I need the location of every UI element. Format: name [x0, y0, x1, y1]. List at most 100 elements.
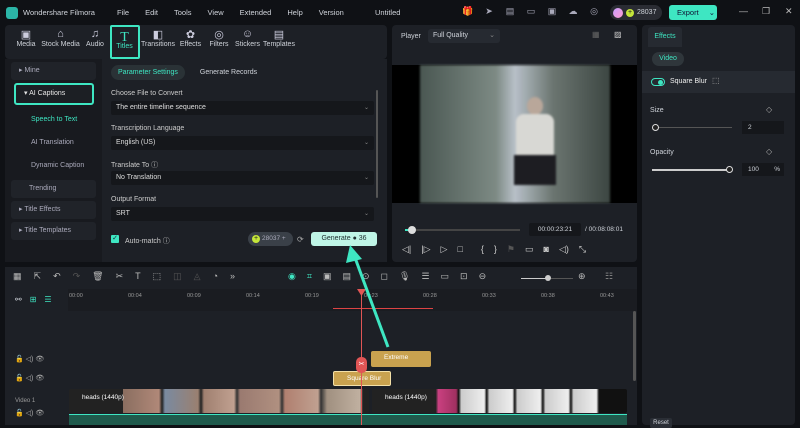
sidebar-item-ai-translation[interactable]: AI Translation — [5, 131, 102, 154]
file-select[interactable]: The entire timeline sequence ⌄ — [111, 101, 374, 115]
zoom-out-icon[interactable]: ⊖ — [479, 271, 487, 282]
credits-badge[interactable]: + 28037 — [610, 5, 662, 20]
format-select[interactable]: SRT ⌄ — [111, 207, 374, 221]
notes-icon[interactable]: ▤ — [504, 6, 516, 17]
minimize-icon[interactable]: — — [739, 6, 748, 16]
zoom-slider[interactable] — [521, 275, 573, 281]
reset-button[interactable]: Reset — [650, 418, 672, 428]
tab-parameter-settings[interactable]: Parameter Settings — [111, 65, 185, 80]
timeline-scrollbar[interactable] — [633, 311, 636, 381]
keyframe-icon[interactable]: ◇ — [766, 105, 772, 114]
tab-effects-properties[interactable]: Effects — [648, 27, 682, 47]
sidebar-item-trending[interactable]: Trending — [11, 180, 96, 198]
tab-video[interactable]: Video — [652, 52, 684, 66]
sidebar-item-title-templates[interactable]: ▸ Title Templates — [11, 222, 96, 240]
fit-icon[interactable]: ⊡ — [460, 271, 468, 282]
more-icon[interactable]: » — [230, 271, 235, 282]
save-icon[interactable]: ▣ — [546, 6, 558, 17]
opacity-input[interactable]: 100% — [742, 163, 784, 176]
menu-file[interactable]: File — [117, 8, 129, 17]
tab-audio[interactable]: ♫ Audio — [81, 25, 109, 59]
gift-icon[interactable]: 🎁 — [462, 6, 474, 17]
subtitle-icon[interactable]: ☰ — [421, 271, 429, 282]
layout-grid-icon[interactable]: ▦ — [13, 271, 22, 282]
crop-icon[interactable]: ⬚ — [153, 271, 162, 282]
stop-icon[interactable]: □ — [457, 244, 462, 255]
headset-icon[interactable]: ◎ — [588, 6, 600, 17]
video-clip-1[interactable]: heads (1440p) — [69, 389, 369, 413]
fullscreen-icon[interactable]: ⤡ — [579, 244, 586, 255]
volume-icon[interactable]: ◁) — [559, 244, 569, 255]
tab-filters[interactable]: ◎ Filters — [205, 25, 233, 59]
tab-transitions[interactable]: ◧ Transitions — [140, 25, 176, 59]
next-frame-icon[interactable]: |▷ — [421, 244, 430, 255]
close-icon[interactable]: ✕ — [785, 6, 793, 17]
slider-handle[interactable] — [726, 166, 733, 173]
prev-frame-icon[interactable]: ◁| — [402, 244, 411, 255]
lock-icon[interactable]: 🔓 — [15, 375, 24, 382]
size-slider[interactable] — [652, 124, 732, 131]
effect-clip-square-blur[interactable]: Square Blur — [333, 371, 391, 386]
add-track-icon[interactable]: ⊞ — [30, 295, 37, 304]
scrollbar[interactable] — [376, 90, 378, 198]
tab-effects[interactable]: ✿ Effects — [177, 25, 205, 59]
snap-icon[interactable]: ⌗ — [307, 271, 312, 282]
sidebar-item-mine[interactable]: ▸ Mine — [11, 62, 96, 80]
tab-generate-records[interactable]: Generate Records — [193, 65, 264, 80]
quality-select[interactable]: Full Quality ⌄ — [428, 29, 500, 43]
mic-icon[interactable]: 🎙 — [399, 271, 410, 282]
display-icon[interactable]: ▭ — [525, 244, 534, 255]
track-height-icon[interactable]: ☷ — [605, 271, 613, 282]
tab-stickers[interactable]: ☺ Stickers — [234, 25, 262, 59]
size-input[interactable]: 2 — [742, 121, 784, 134]
waveform-icon[interactable]: ▨ — [614, 30, 622, 39]
scissors-icon[interactable]: ✂ — [356, 357, 367, 373]
eye-icon[interactable]: 👁 — [35, 410, 44, 417]
pip-icon[interactable]: ▭ — [441, 271, 450, 282]
export-button[interactable]: Export ⌄ — [669, 5, 717, 20]
sidebar-item-ai-captions[interactable]: ▾ AI Captions — [14, 83, 94, 105]
redo-icon[interactable]: ↷ — [73, 271, 81, 282]
tab-media[interactable]: ▣ Media — [12, 25, 40, 59]
help-icon[interactable]: ⓘ — [151, 162, 158, 169]
mute-icon[interactable]: ◁) — [26, 375, 34, 382]
credits-pill[interactable]: +28037 + — [248, 232, 293, 246]
current-time[interactable]: 00:00:23:21 — [529, 223, 581, 236]
undo-icon[interactable]: ↶ — [53, 271, 61, 282]
tab-stock-media[interactable]: ⌂ Stock Media — [41, 25, 81, 59]
translate-select[interactable]: No Translation ⌄ — [111, 171, 374, 185]
play-icon[interactable]: ▷ — [441, 244, 448, 255]
mark-out-icon[interactable]: } — [494, 244, 497, 255]
cut-icon[interactable]: ✂ — [116, 271, 124, 282]
mute-icon[interactable]: ◁) — [26, 410, 34, 417]
sidebar-item-title-effects[interactable]: ▸ Title Effects — [11, 201, 96, 219]
sidebar-item-speech-to-text[interactable]: Speech to Text — [5, 108, 102, 131]
menu-edit[interactable]: Edit — [145, 8, 158, 17]
link-icon[interactable]: ⚯ — [15, 295, 22, 304]
playback-progress[interactable] — [405, 226, 520, 234]
lock-icon[interactable]: 🔓 — [15, 410, 24, 417]
progress-handle[interactable] — [408, 226, 416, 234]
marker-icon[interactable]: ⚑ — [507, 244, 515, 255]
select-tool-icon[interactable]: ⇱ — [34, 271, 42, 282]
avatar[interactable] — [613, 7, 623, 18]
effect-toggle[interactable] — [651, 78, 665, 86]
delete-icon[interactable]: 🗑 — [92, 271, 103, 282]
cloud-icon[interactable]: ☁ — [567, 6, 579, 17]
mark-in-icon[interactable]: { — [481, 244, 484, 255]
audio-waveform[interactable] — [69, 414, 627, 425]
help-icon[interactable]: ⓘ — [163, 238, 170, 245]
ai-mate-icon[interactable]: ◉ — [288, 271, 296, 282]
opacity-slider[interactable] — [652, 166, 733, 173]
layout-icon[interactable]: ▭ — [525, 6, 537, 17]
menu-version[interactable]: Version — [319, 8, 344, 17]
menu-tools[interactable]: Tools — [174, 8, 192, 17]
speed-icon[interactable]: ◔ — [213, 271, 218, 282]
text-icon[interactable]: T — [135, 271, 141, 282]
tab-titles[interactable]: T Titles — [109, 25, 140, 59]
restore-icon[interactable]: ❐ — [762, 6, 770, 17]
slider-handle[interactable] — [545, 275, 551, 281]
generate-button[interactable]: Generate ● 36 — [311, 232, 377, 246]
menu-view[interactable]: View — [208, 8, 224, 17]
lock-icon[interactable]: 🔓 — [15, 356, 24, 363]
